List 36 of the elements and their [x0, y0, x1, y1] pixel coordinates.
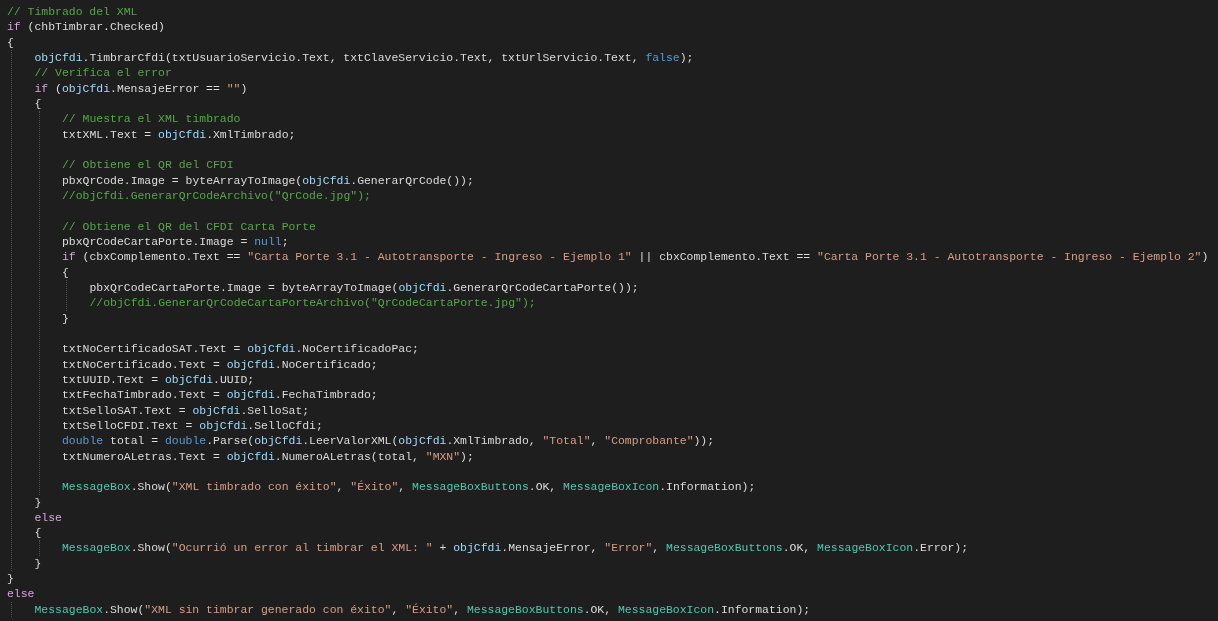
code-line: txtSelloCFDI.Text = objCfdi.SelloCfdi;	[62, 417, 323, 434]
code-line: txtFechaTimbrado.Text = objCfdi.FechaTimbrado;	[62, 387, 378, 403]
code-line: // Verifica el error	[34, 65, 172, 81]
code-line: txtSelloSAT.Text = objCfdi.SelloSat;	[62, 402, 310, 418]
code-line: }	[62, 310, 69, 326]
code-line: // Obtiene el QR del CFDI	[62, 157, 234, 173]
code-line: double total = double.Parse(objCfdi.LeerValorXML(objCfdi.XmlTimbrado, "Total", "Comprobante"));	[62, 433, 715, 449]
code-line: txtNoCertificado.Text = objCfdi.NoCertificado;	[62, 356, 378, 372]
code-line: MessageBox.Show("XML timbrado con éxito", "Éxito", MessageBoxButtons.OK, MessageBoxIcon.Information);	[62, 479, 756, 495]
code-line: txtUUID.Text = objCfdi.UUID;	[62, 371, 255, 388]
code-line: //objCfdi.GenerarQrCodeCartaPorteArchivo("QrCodeCartaPorte.jpg");	[89, 295, 536, 311]
code-line: MessageBox.Show("Ocurrió un error al timbrar el XML: " + objCfdi.MensajeError, "Error", MessageBoxButtons.OK, MessageBoxIcon.Error);	[62, 540, 969, 556]
code-line: {	[34, 525, 42, 541]
code-line: if (chbTimbrar.Checked)	[7, 19, 165, 35]
code-line: objCfdi.TimbrarCfdi(txtUsuarioServicio.Text, txtClaveServicio.Text, txtUrlServicio.Text, false);	[34, 50, 694, 66]
code-line: txtNoCertificadoSAT.Text = objCfdi.NoCertificadoPac;	[62, 341, 419, 357]
code-line: }	[34, 494, 42, 510]
code-line: {	[62, 264, 69, 280]
code-line: {	[34, 95, 42, 112]
code-line: if (cbxComplemento.Text == "Carta Porte 3.1 - Autotransporte - Ingreso - Ejemplo 1" || cbxComplemento.Text == "Carta Porte 3.1 - Autotransporte - Ingreso - Ejemplo 2")	[62, 249, 1209, 265]
code-line: txtNumeroALetras.Text = objCfdi.NumeroALetras(total, "MXN");	[62, 448, 474, 464]
code-line: pbxQrCodeCartaPorte.Image = null;	[62, 233, 289, 250]
code-line: txtXML.Text = objCfdi.XmlTimbrado;	[62, 126, 296, 142]
code-line: if (objCfdi.MensajeError == "")	[34, 80, 248, 96]
code-line: pbxQrCodeCartaPorte.Image = byteArrayToImage(objCfdi.GenerarQrCodeCartaPorte());	[89, 279, 639, 296]
code-line: //objCfdi.GenerarQrCodeArchivo("QrCode.jpg");	[62, 187, 371, 204]
code-line: }	[34, 555, 42, 572]
code-line: else	[34, 509, 62, 526]
code-line: MessageBox.Show("XML sin timbrar generado con éxito", "Éxito", MessageBoxButtons.OK, MessageBoxIcon.Information);	[34, 601, 811, 618]
code-line: // Obtiene el QR del CFDI Carta Porte	[62, 218, 316, 234]
code-line: else	[7, 586, 35, 602]
code-line: {	[7, 34, 14, 50]
code-line: // Timbrado del XML	[7, 4, 138, 20]
code-line: pbxQrCode.Image = byteArrayToImage(objCfdi.GenerarQrCode());	[62, 172, 474, 188]
code-line: }	[7, 571, 14, 587]
code-line: // Muestra el XML timbrado	[62, 111, 241, 127]
